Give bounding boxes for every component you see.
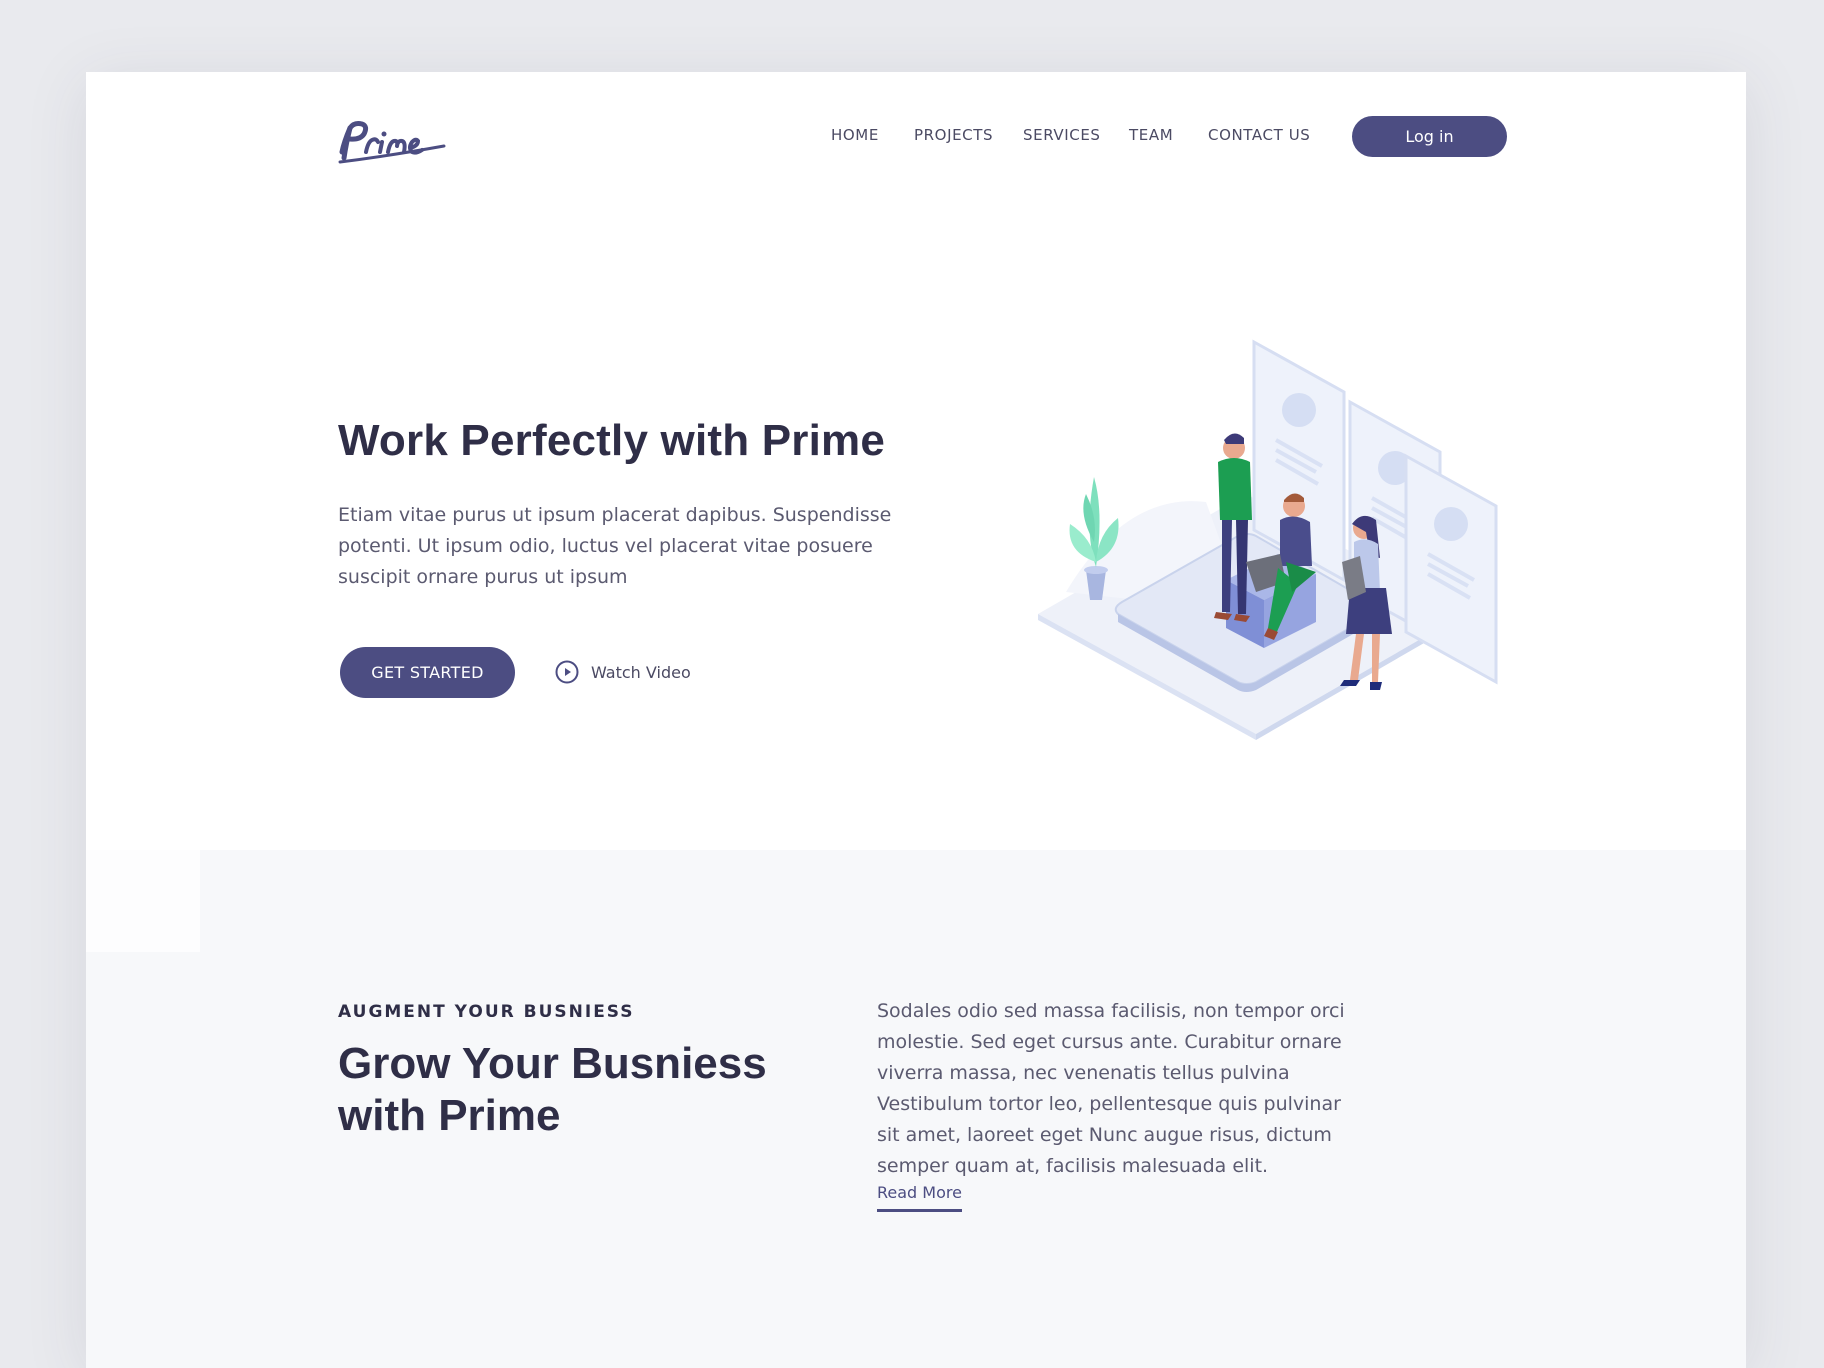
watch-video-link[interactable]: Watch Video bbox=[555, 660, 691, 684]
hero-illustration bbox=[1038, 339, 1498, 740]
section-title: Grow Your Busniess with Prime bbox=[338, 1039, 767, 1140]
read-more-link[interactable]: Read More bbox=[877, 1183, 962, 1212]
nav-contact-us[interactable]: CONTACT US bbox=[1208, 126, 1310, 144]
play-circle-icon bbox=[555, 660, 579, 684]
site-header: HOME PROJECTS SERVICES TEAM CONTACT US L… bbox=[86, 72, 1746, 202]
hero-description: Etiam vitae purus ut ipsum placerat dapi… bbox=[338, 504, 892, 588]
features-section: AUGMENT YOUR BUSNIESS Grow Your Busniess… bbox=[86, 850, 1746, 1368]
prime-logo[interactable] bbox=[338, 112, 448, 170]
get-started-button[interactable]: GET STARTED bbox=[340, 647, 515, 698]
login-button[interactable]: Log in bbox=[1352, 116, 1507, 157]
hero-title: Work Perfectly with Prime bbox=[338, 416, 886, 465]
section-eyebrow: AUGMENT YOUR BUSNIESS bbox=[338, 1002, 635, 1022]
watch-video-label: Watch Video bbox=[591, 662, 691, 682]
nav-services[interactable]: SERVICES bbox=[1023, 126, 1101, 144]
decorative-block bbox=[86, 850, 200, 952]
nav-home[interactable]: HOME bbox=[831, 126, 879, 144]
nav-team[interactable]: TEAM bbox=[1129, 126, 1173, 144]
logo-wordmark-icon bbox=[338, 121, 446, 164]
page-frame: HOME PROJECTS SERVICES TEAM CONTACT US L… bbox=[86, 72, 1746, 1368]
nav-projects[interactable]: PROJECTS bbox=[914, 126, 993, 144]
section-description: Sodales odio sed massa facilisis, non te… bbox=[877, 1000, 1345, 1177]
